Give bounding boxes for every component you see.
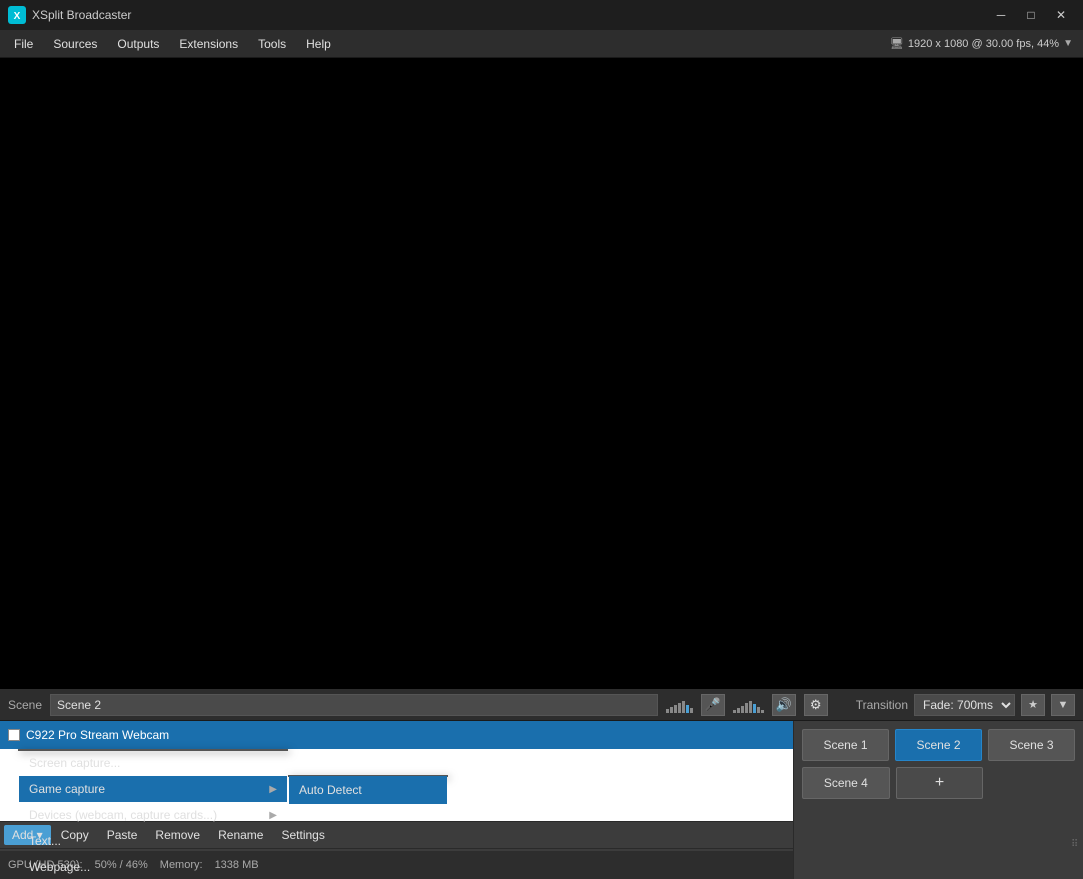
svg-text:X: X: [14, 11, 21, 22]
status-bar-top: 🖥 1920 x 1080 @ 30.00 fps, 44% ▼: [880, 30, 1083, 58]
maximize-button[interactable]: □: [1017, 5, 1045, 25]
submenu-auto-detect[interactable]: Auto Detect: [289, 776, 447, 804]
audio-meter-left: [666, 697, 693, 713]
scene-1-button[interactable]: Scene 1: [802, 729, 889, 761]
speaker-button[interactable]: 🔊: [772, 694, 796, 716]
screen-capture-label: Screen capture...: [29, 756, 120, 770]
webpage-label: Webpage...: [29, 860, 90, 874]
menu-sources[interactable]: Sources: [43, 33, 107, 55]
submenu-arrow-devices: ▶: [269, 810, 277, 821]
menu-tools[interactable]: Tools: [248, 33, 296, 55]
add-dropdown-menu: Screen capture... Game capture ▶ Devices…: [18, 749, 288, 751]
dropdown-game-capture[interactable]: Game capture ▶: [19, 776, 287, 802]
window-controls: ─ □ ✕: [987, 5, 1075, 25]
source-checkbox[interactable]: [8, 729, 20, 741]
mic-button[interactable]: 🎤: [701, 694, 725, 716]
menu-help[interactable]: Help: [296, 33, 341, 55]
dropdown-webpage[interactable]: Webpage...: [19, 854, 287, 879]
submenu-arrow: ▶: [269, 784, 277, 795]
add-scene-button[interactable]: +: [896, 767, 984, 799]
scene-row-2: Scene 4 +: [802, 767, 1075, 799]
scene-row-1: Scene 1 Scene 2 Scene 3: [802, 729, 1075, 761]
scene-2-button[interactable]: Scene 2: [895, 729, 982, 761]
audio-settings-button[interactable]: ⚙: [804, 694, 828, 716]
dropdown-screen-capture[interactable]: Screen capture...: [19, 750, 287, 776]
auto-detect-label: Auto Detect: [299, 783, 362, 797]
text-label: Text...: [29, 834, 61, 848]
dropdown-text[interactable]: Text...: [19, 828, 287, 854]
menubar: File Sources Outputs Extensions Tools He…: [0, 30, 1083, 58]
scene-label: Scene: [8, 698, 42, 712]
transition-label: Transition: [856, 698, 908, 712]
titlebar: X XSplit Broadcaster ─ □ ✕: [0, 0, 1083, 30]
resize-handle[interactable]: ⠿: [1071, 839, 1083, 851]
scene-bar: Scene 🎤: [0, 689, 1083, 721]
resolution-dropdown-arrow[interactable]: ▼: [1063, 38, 1073, 49]
menu-extensions[interactable]: Extensions: [169, 33, 248, 55]
audio-meter-right: [733, 697, 764, 713]
transition-select[interactable]: Fade: 700ms: [914, 694, 1015, 716]
devices-label: Devices (webcam, capture cards...): [29, 808, 217, 822]
transition-settings-button[interactable]: ▼: [1051, 694, 1075, 716]
dropdown-devices[interactable]: Devices (webcam, capture cards...) ▶: [19, 802, 287, 828]
close-button[interactable]: ✕: [1047, 5, 1075, 25]
menu-outputs[interactable]: Outputs: [107, 33, 169, 55]
app-title: XSplit Broadcaster: [32, 8, 987, 22]
game-capture-submenu: Auto Detect: [288, 775, 448, 777]
preview-canvas: [0, 58, 1083, 689]
scene-4-button[interactable]: Scene 4: [802, 767, 890, 799]
app-logo: X: [8, 6, 26, 24]
transition-favorite-button[interactable]: ★: [1021, 694, 1045, 716]
scene-name-input[interactable]: [50, 694, 658, 716]
scene-buttons-area: Scene 1 Scene 2 Scene 3 Scene 4 +: [793, 721, 1083, 879]
game-capture-label: Game capture: [29, 782, 105, 796]
source-label: C922 Pro Stream Webcam: [26, 728, 169, 742]
scene-3-button[interactable]: Scene 3: [988, 729, 1075, 761]
monitor-icon: 🖥: [890, 37, 904, 50]
resolution-display: 1920 x 1080 @ 30.00 fps, 44%: [908, 38, 1059, 50]
minimize-button[interactable]: ─: [987, 5, 1015, 25]
transition-bar: Transition Fade: 700ms ★ ▼: [856, 694, 1075, 716]
menu-file[interactable]: File: [4, 33, 43, 55]
